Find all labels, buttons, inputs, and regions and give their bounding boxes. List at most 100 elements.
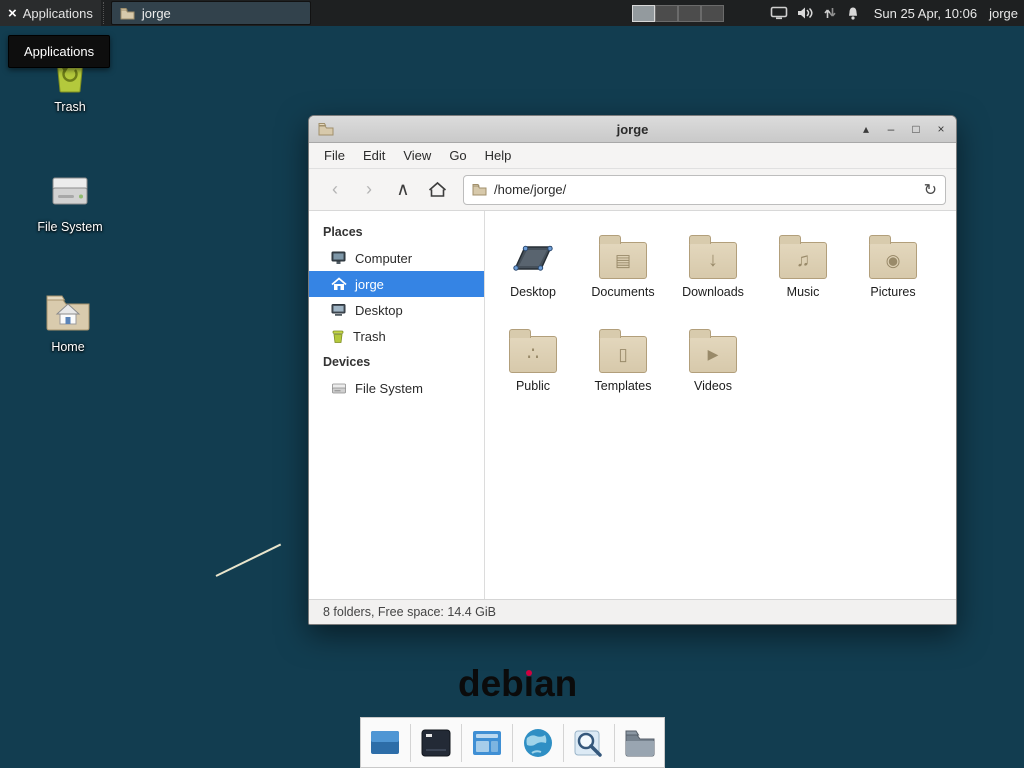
dock-item-terminal[interactable] xyxy=(416,723,456,763)
menu-edit[interactable]: Edit xyxy=(354,144,394,167)
sidebar-item-file-system[interactable]: File System xyxy=(309,375,484,401)
file-manager-folder-icon xyxy=(622,725,658,761)
window-title: jorge xyxy=(309,122,956,137)
folder-view[interactable]: Desktop Documents Downloads xyxy=(485,211,956,599)
shade-button[interactable]: ▴ xyxy=(860,123,872,135)
dock-separator xyxy=(563,724,564,762)
path-text[interactable]: /home/jorge/ xyxy=(494,182,917,197)
menu-help[interactable]: Help xyxy=(476,144,521,167)
notifications-bell-icon[interactable] xyxy=(846,6,860,21)
menu-file[interactable]: File xyxy=(315,144,354,167)
stray-line xyxy=(216,544,282,577)
templates-folder-icon xyxy=(599,323,647,377)
folder-item-templates[interactable]: Templates xyxy=(578,323,668,407)
dock-separator xyxy=(614,724,615,762)
maximize-button[interactable]: □ xyxy=(910,123,922,135)
panel-username[interactable]: jorge xyxy=(989,6,1018,21)
folder-label: Desktop xyxy=(510,285,556,299)
minimize-button[interactable]: – xyxy=(885,123,897,135)
menu-go[interactable]: Go xyxy=(440,144,475,167)
taskbar-item-jorge[interactable]: jorge xyxy=(111,1,311,25)
display-icon[interactable] xyxy=(770,6,788,20)
toolbar: ‹ › ∧ /home/jorge/ ↻ xyxy=(309,169,956,211)
clock[interactable]: Sun 25 Apr, 10:06 xyxy=(874,6,977,21)
folder-item-downloads[interactable]: Downloads xyxy=(668,229,758,313)
folder-item-documents[interactable]: Documents xyxy=(578,229,668,313)
applications-button[interactable]: × Applications xyxy=(0,0,101,26)
folder-item-videos[interactable]: Videos xyxy=(668,323,758,407)
workspace-4[interactable] xyxy=(701,5,724,22)
dock-item-desktop[interactable] xyxy=(365,723,405,763)
settings-icon xyxy=(469,725,505,761)
sidebar-item-jorge[interactable]: jorge xyxy=(309,271,484,297)
applications-button-label: Applications xyxy=(23,6,93,21)
folder-item-pictures[interactable]: Pictures xyxy=(848,229,938,313)
refresh-button[interactable]: ↻ xyxy=(924,180,937,200)
dock-separator xyxy=(461,724,462,762)
music-folder-icon xyxy=(779,229,827,283)
xfce-menu-icon: × xyxy=(8,6,17,21)
statusbar-text: 8 folders, Free space: 14.4 GiB xyxy=(323,605,496,619)
sidebar-item-computer[interactable]: Computer xyxy=(309,245,484,271)
back-button[interactable]: ‹ xyxy=(319,175,351,205)
dock-item-file-manager[interactable] xyxy=(620,723,660,763)
home-icon xyxy=(331,277,347,291)
folder-item-desktop[interactable]: Desktop xyxy=(488,229,578,313)
top-panel: × Applications jorge xyxy=(0,0,1024,26)
sidebar-item-label: Computer xyxy=(355,251,412,266)
drive-icon xyxy=(22,164,118,214)
statusbar: 8 folders, Free space: 14.4 GiB xyxy=(309,599,956,624)
up-button[interactable]: ∧ xyxy=(387,175,419,205)
documents-folder-icon xyxy=(599,229,647,283)
desktop-icon-label: File System xyxy=(22,220,118,234)
folder-icon xyxy=(472,183,487,196)
sidebar-item-desktop[interactable]: Desktop xyxy=(309,297,484,323)
debian-logo: debıan xyxy=(458,663,577,705)
folder-item-music[interactable]: Music xyxy=(758,229,848,313)
public-folder-icon xyxy=(509,323,557,377)
desktop-icon xyxy=(331,303,347,317)
desktop-icon xyxy=(367,725,403,761)
debian-logo-text: an xyxy=(534,663,577,705)
sidebar-header-places: Places xyxy=(309,219,484,245)
volume-icon[interactable] xyxy=(797,6,814,20)
folder-item-public[interactable]: Public xyxy=(488,323,578,407)
system-tray xyxy=(770,6,860,21)
network-icon[interactable] xyxy=(823,6,837,20)
sidebar-item-trash[interactable]: Trash xyxy=(309,323,484,349)
folder-icon xyxy=(120,7,135,20)
desktop: × Applications jorge xyxy=(0,0,1024,768)
sidebar: Places Computer jorge xyxy=(309,211,485,599)
path-bar[interactable]: /home/jorge/ ↻ xyxy=(463,175,946,205)
dock-item-browser[interactable] xyxy=(518,723,558,763)
workspace-1[interactable] xyxy=(632,5,655,22)
menu-view[interactable]: View xyxy=(394,144,440,167)
window-titlebar[interactable]: jorge ▴ – □ × xyxy=(309,116,956,143)
drive-icon xyxy=(331,382,347,395)
menubar: File Edit View Go Help xyxy=(309,143,956,169)
dock-item-finder[interactable] xyxy=(569,723,609,763)
computer-icon xyxy=(331,251,347,265)
folder-label: Public xyxy=(516,379,550,393)
home-button[interactable] xyxy=(421,175,453,205)
workspace-3[interactable] xyxy=(678,5,701,22)
dock xyxy=(360,717,665,768)
desktop-icon-home[interactable]: Home xyxy=(20,284,116,354)
dock-item-settings[interactable] xyxy=(467,723,507,763)
web-browser-globe-icon xyxy=(520,725,556,761)
sidebar-item-label: Trash xyxy=(353,329,386,344)
workspace-2[interactable] xyxy=(655,5,678,22)
forward-button[interactable]: › xyxy=(353,175,385,205)
close-button[interactable]: × xyxy=(935,123,947,135)
videos-folder-icon xyxy=(689,323,737,377)
trash-icon xyxy=(331,329,345,344)
sidebar-item-label: Desktop xyxy=(355,303,403,318)
terminal-icon xyxy=(418,725,454,761)
folder-label: Downloads xyxy=(682,285,744,299)
debian-logo-i: ı xyxy=(524,663,534,705)
desktop-icon-file-system[interactable]: File System xyxy=(22,164,118,234)
sidebar-item-label: jorge xyxy=(355,277,384,292)
home-icon xyxy=(428,181,447,198)
workspace-switcher[interactable] xyxy=(632,5,724,22)
desktop-icon-label: Trash xyxy=(22,100,118,114)
